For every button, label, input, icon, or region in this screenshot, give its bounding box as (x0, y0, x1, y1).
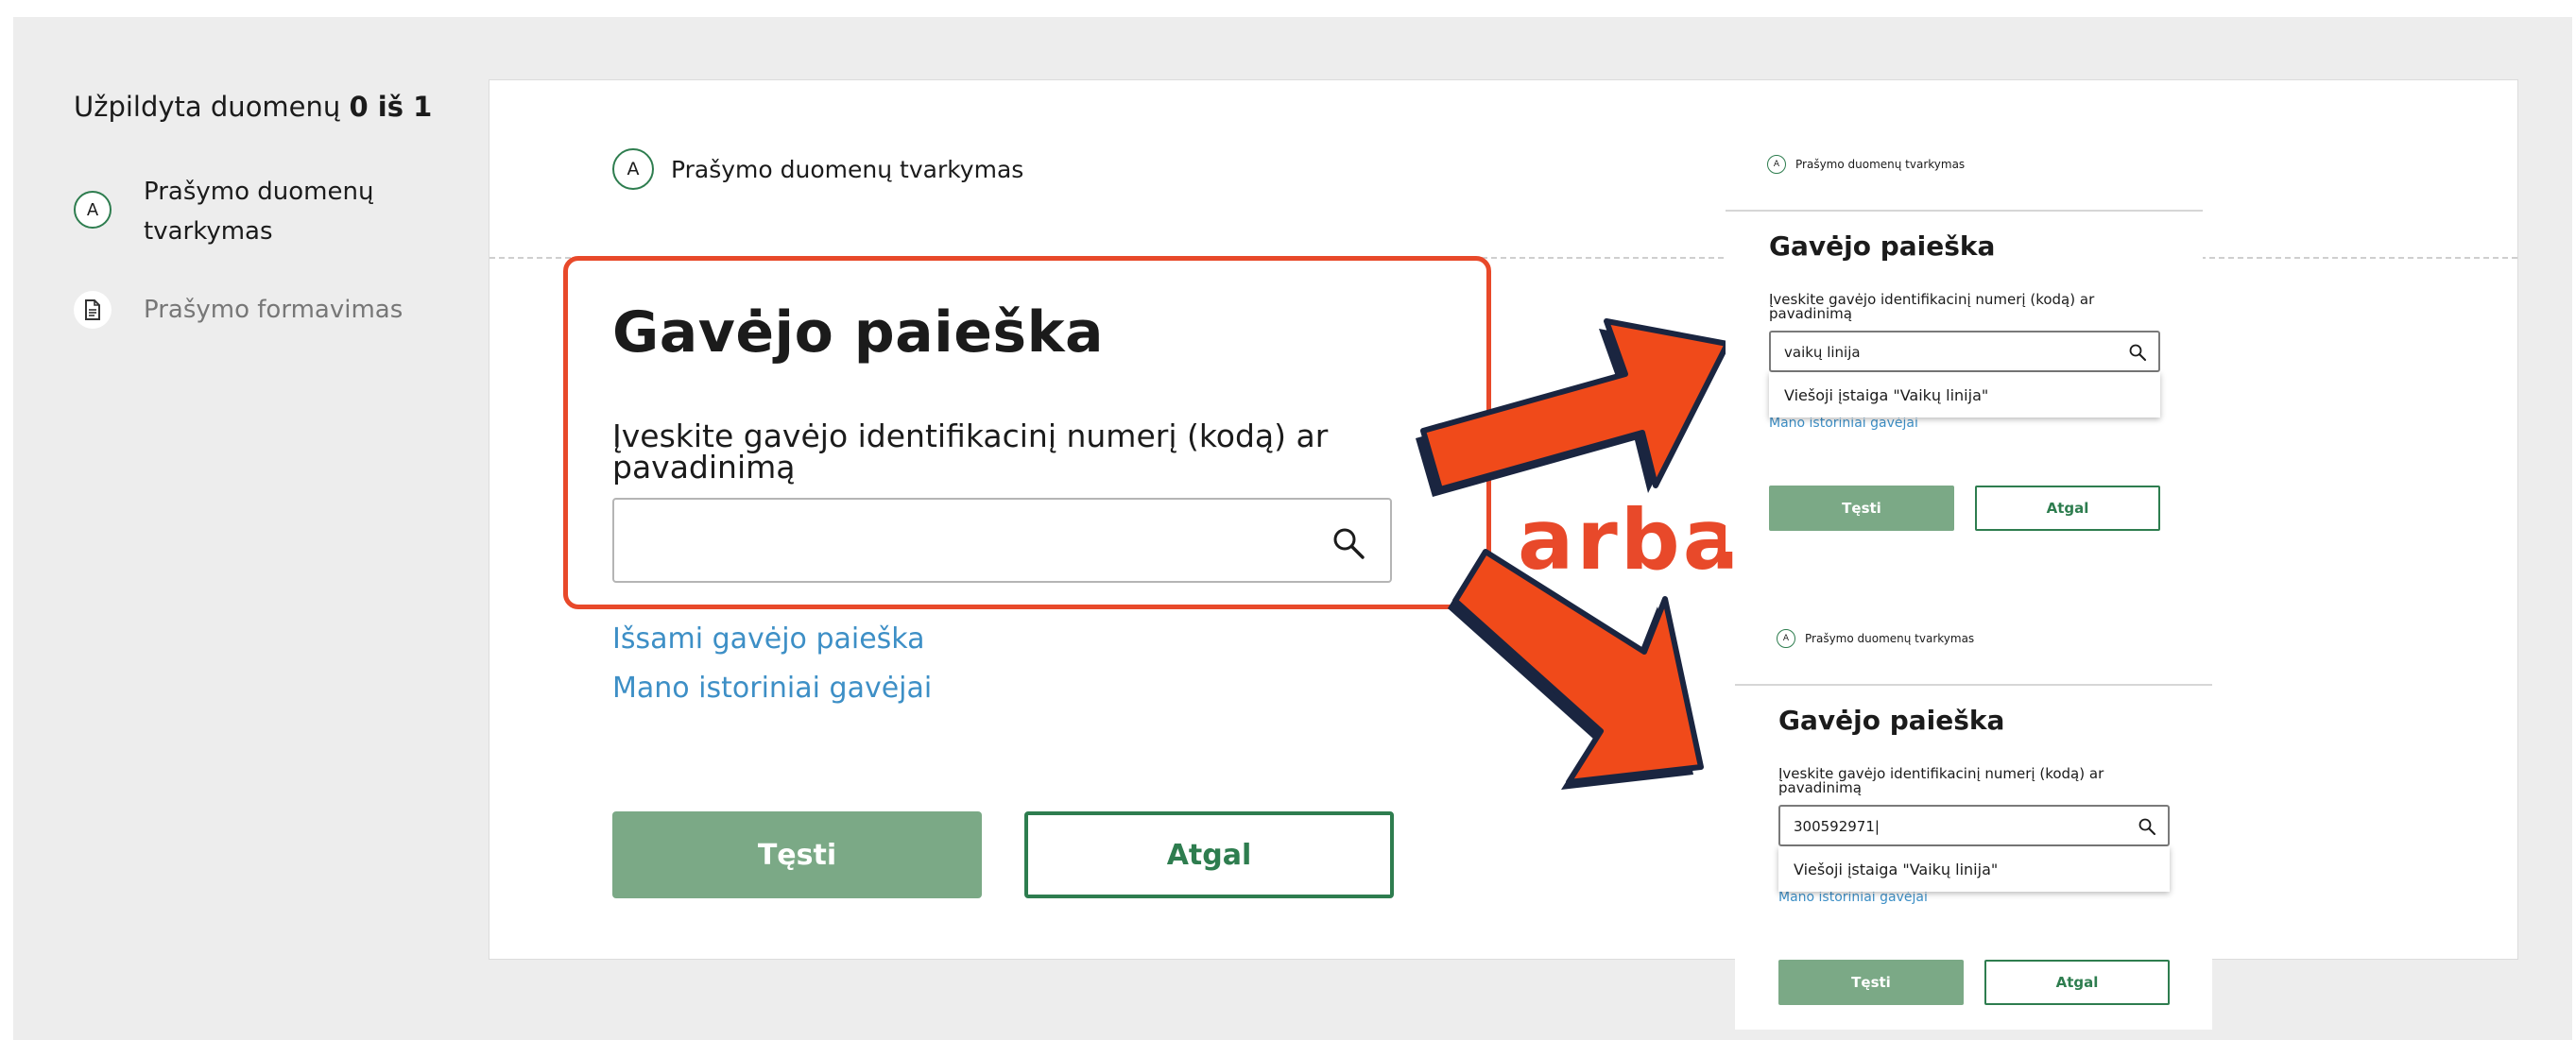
search-input[interactable] (614, 500, 1332, 581)
or-annotation: arba (1518, 491, 1743, 588)
divider (1735, 684, 2212, 686)
search-input[interactable]: 300592971| (1778, 805, 2170, 846)
back-button[interactable]: Atgal (1024, 811, 1394, 898)
search-icon[interactable] (2138, 817, 2156, 836)
search-value: 300592971| (1794, 818, 1880, 835)
continue-button[interactable]: Tęsti (612, 811, 982, 898)
progress-prefix: Užpildyta duomenų (74, 91, 341, 123)
history-recipients-link[interactable]: Mano istoriniai gavėjai (612, 672, 932, 705)
preview-title: Gavėjo paieška (1769, 230, 1996, 262)
search-label: Įveskite gavėjo identifikacinį numerį (k… (1778, 765, 2104, 796)
suggestion-item[interactable]: Viešoji įstaiga "Vaikų linija" (1778, 846, 2170, 892)
circle-a-icon: A (612, 148, 654, 190)
sidebar-step-label: Prašymo formavimas (144, 296, 404, 324)
progress-text: Užpildyta duomenų 0 iš 1 (74, 91, 452, 123)
recipient-search-field[interactable] (612, 498, 1392, 583)
back-button[interactable]: Atgal (1984, 960, 2170, 1005)
main-card: A Prašymo duomenų tvarkymas Gavėjo paieš… (489, 79, 2518, 960)
search-input[interactable]: vaikų linija (1769, 331, 2160, 372)
preview-title: Gavėjo paieška (1778, 705, 2005, 736)
circle-a-icon: A (1777, 629, 1795, 648)
history-recipients-link[interactable]: Mano istoriniai gavėjai (1769, 416, 1918, 431)
step-title: Prašymo duomenų tvarkymas (1795, 158, 1966, 171)
preview-search-by-name: A Prašymo duomenų tvarkymas Gavėjo paieš… (1726, 130, 2203, 552)
step-header: A Prašymo duomenų tvarkymas (1777, 629, 1974, 648)
step-title: Prašymo duomenų tvarkymas (1805, 632, 1975, 645)
history-recipients-link[interactable]: Mano istoriniai gavėjai (1778, 890, 1928, 905)
search-label: Įveskite gavėjo identifikacinį numerį (k… (1769, 291, 2095, 322)
step-header: A Prašymo duomenų tvarkymas (612, 148, 1023, 190)
suggestion-item[interactable]: Viešoji įstaiga "Vaikų linija" (1769, 372, 2160, 418)
document-icon (74, 291, 112, 329)
search-icon[interactable] (1331, 526, 1365, 560)
search-label: Įveskite gavėjo identifikacinį numerį (k… (612, 418, 1329, 486)
preview-search-by-code: A Prašymo duomenų tvarkymas Gavėjo paieš… (1735, 605, 2212, 1030)
search-icon[interactable] (2128, 343, 2147, 362)
back-button[interactable]: Atgal (1975, 486, 2160, 531)
step-header: A Prašymo duomenų tvarkymas (1767, 155, 1965, 174)
continue-button[interactable]: Tęsti (1778, 960, 1964, 1005)
progress-value: 0 iš 1 (349, 91, 433, 123)
sidebar-step-data[interactable]: A Prašymo duomenų tvarkymas (74, 172, 389, 251)
divider (1726, 210, 2203, 212)
circle-a-icon: A (74, 191, 112, 229)
search-value: vaikų linija (1784, 344, 1861, 361)
page-title: Gavėjo paieška (612, 299, 1105, 366)
sidebar-step-label: Prašymo duomenų tvarkymas (144, 178, 374, 246)
sidebar-step-form[interactable]: Prašymo formavimas (74, 291, 403, 329)
detailed-search-link[interactable]: Išsami gavėjo paieška (612, 622, 925, 656)
circle-a-icon: A (1767, 155, 1786, 174)
continue-button[interactable]: Tęsti (1769, 486, 1954, 531)
step-title: Prašymo duomenų tvarkymas (671, 155, 1024, 183)
progress-sidebar: Užpildyta duomenų 0 iš 1 A Prašymo duome… (74, 91, 452, 329)
